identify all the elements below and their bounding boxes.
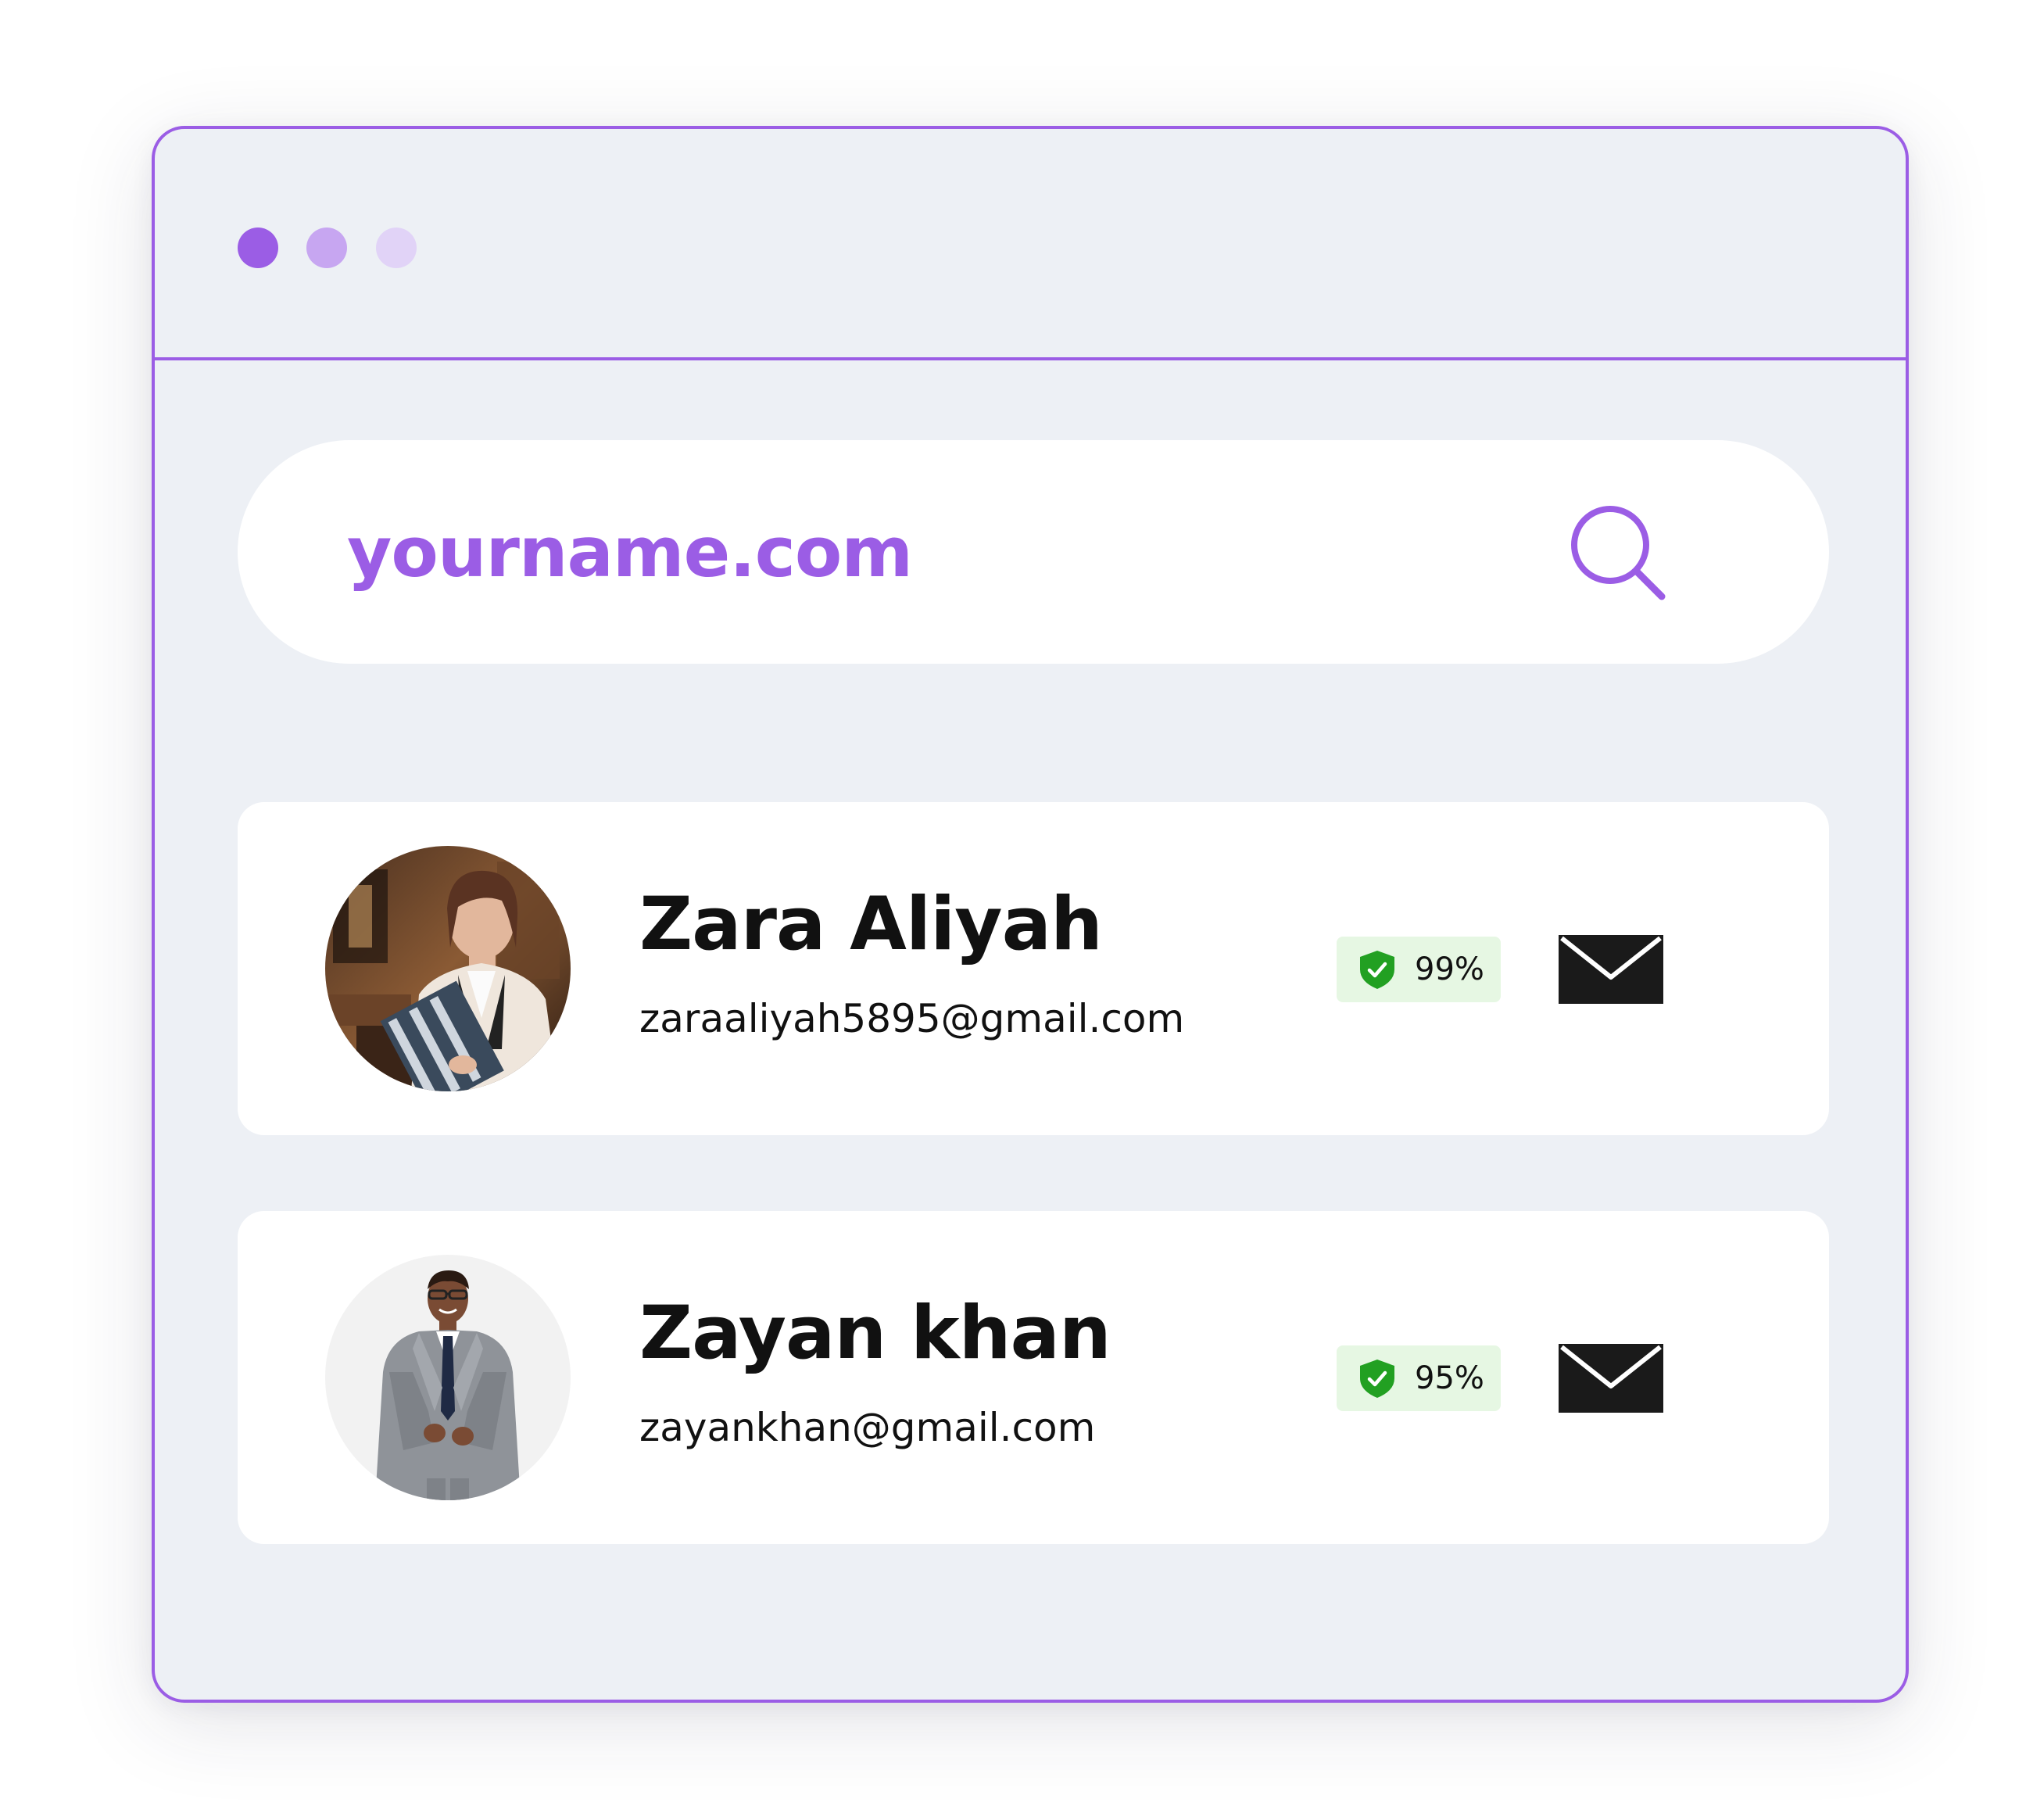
maximize-window-dot[interactable]	[376, 228, 417, 268]
man-in-grey-suit-photo	[325, 1255, 571, 1500]
confidence-badge: 95%	[1337, 1345, 1501, 1411]
avatar	[325, 846, 571, 1091]
confidence-score: 95%	[1415, 1360, 1484, 1396]
minimize-window-dot[interactable]	[306, 228, 347, 268]
email-button[interactable]	[1559, 935, 1663, 1004]
stage: Zara Aliyah zaraaliyah5895@gmail.com 99%	[0, 0, 2026, 1820]
result-card: Zayan khan zayankhan@gmail.com 95%	[238, 1211, 1829, 1544]
search-icon	[1571, 506, 1666, 600]
contact-name: Zayan khan	[639, 1291, 1111, 1376]
confidence-badge: 99%	[1337, 937, 1501, 1002]
shield-check-icon	[1355, 948, 1399, 991]
search-bar	[238, 440, 1829, 664]
search-input[interactable]	[347, 501, 1363, 603]
mail-icon	[1559, 935, 1663, 1004]
result-card: Zara Aliyah zaraaliyah5895@gmail.com 99%	[238, 802, 1829, 1135]
avatar	[325, 1255, 571, 1500]
search-button[interactable]	[1566, 503, 1668, 604]
email-button[interactable]	[1559, 1344, 1663, 1413]
browser-window: Zara Aliyah zaraaliyah5895@gmail.com 99%	[152, 126, 1909, 1703]
confidence-score: 99%	[1415, 951, 1484, 987]
contact-name: Zara Aliyah	[639, 882, 1103, 967]
shield-check-icon	[1355, 1356, 1399, 1400]
close-window-dot[interactable]	[238, 228, 278, 268]
window-titlebar	[155, 129, 1906, 360]
woman-with-binders-photo	[325, 846, 571, 1091]
contact-email: zayankhan@gmail.com	[639, 1405, 1096, 1450]
contact-email: zaraaliyah5895@gmail.com	[639, 996, 1185, 1041]
mail-icon	[1559, 1344, 1663, 1413]
